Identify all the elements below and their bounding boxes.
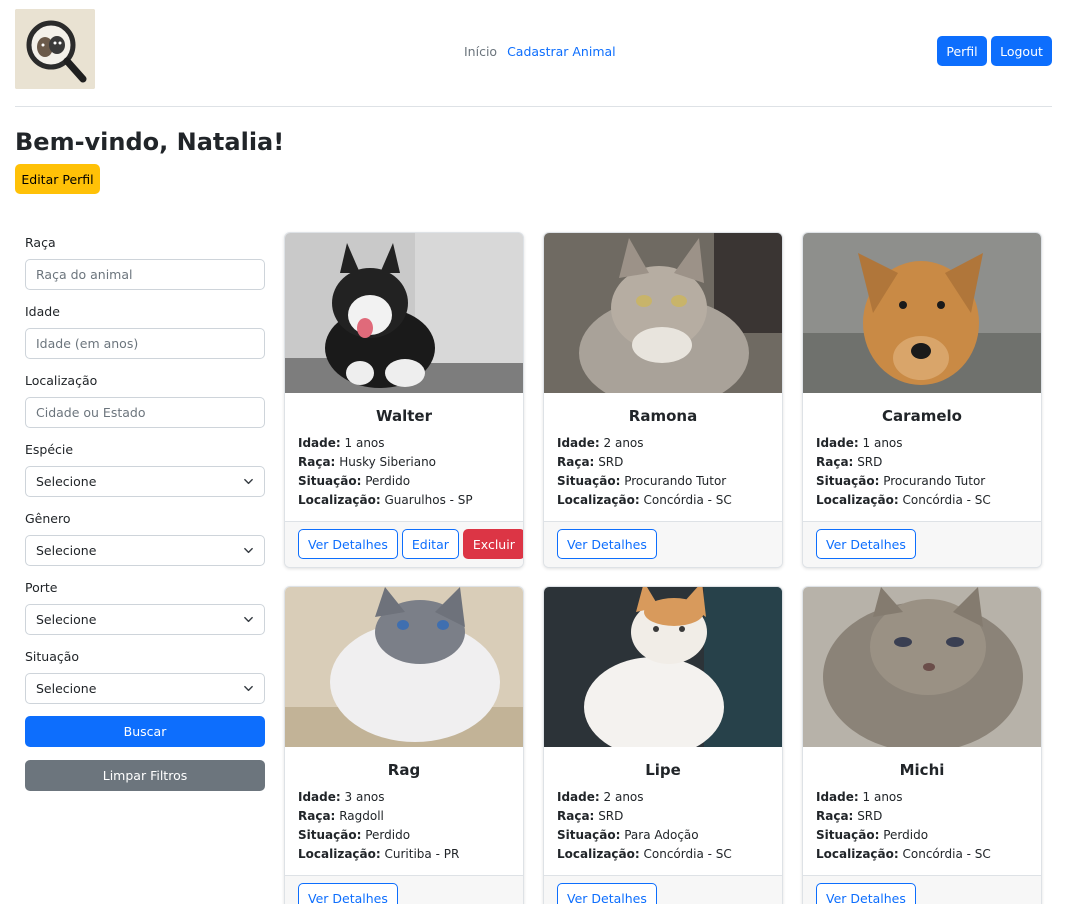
size-select[interactable]: Selecione <box>25 604 265 635</box>
clear-filters-button[interactable]: Limpar Filtros <box>25 760 265 791</box>
animal-age: Idade: 2 anos <box>557 436 644 450</box>
status-label: Situação <box>25 649 80 664</box>
animal-location: Localização: Concórdia - SC <box>816 847 991 861</box>
animal-breed: Raça: SRD <box>557 809 624 823</box>
animal-card: Caramelo Idade: 1 anos Raça: SRD Situaçã… <box>802 232 1042 568</box>
animal-status: Situação: Procurando Tutor <box>816 474 986 488</box>
view-details-button[interactable]: Ver Detalhes <box>816 529 916 559</box>
animal-breed: Raça: SRD <box>816 809 883 823</box>
animal-location: Localização: Guarulhos - SP <box>298 493 473 507</box>
animal-breed: Raça: Husky Siberiano <box>298 455 437 469</box>
logo-image[interactable] <box>15 9 95 89</box>
species-label: Espécie <box>25 442 74 457</box>
animal-breed: Raça: SRD <box>557 455 624 469</box>
logout-button[interactable]: Logout <box>991 36 1052 66</box>
gender-label: Gênero <box>25 511 71 526</box>
animal-breed: Raça: SRD <box>816 455 883 469</box>
animal-card: Rag Idade: 3 anos Raça: Ragdoll Situação… <box>284 586 524 904</box>
animal-location: Localização: Concórdia - SC <box>557 493 732 507</box>
animal-photo <box>285 587 523 747</box>
animal-photo <box>544 587 782 747</box>
view-details-button[interactable]: Ver Detalhes <box>557 883 657 904</box>
animal-card: Lipe Idade: 2 anos Raça: SRD Situação: P… <box>543 586 783 904</box>
animal-photo <box>544 233 782 393</box>
species-select-value: Selecione <box>36 474 97 489</box>
animal-name: Ramona <box>628 407 698 425</box>
welcome-title: Bem-vindo, Natalia! <box>15 128 285 156</box>
animal-status: Situação: Perdido <box>298 828 411 842</box>
animal-location: Localização: Concórdia - SC <box>557 847 732 861</box>
view-details-button[interactable]: Ver Detalhes <box>557 529 657 559</box>
site-header: Início Cadastrar Animal Perfil Logout <box>15 9 1052 107</box>
animal-location: Localização: Concórdia - SC <box>816 493 991 507</box>
animal-status: Situação: Para Adoção <box>557 828 699 842</box>
animal-status: Situação: Procurando Tutor <box>557 474 727 488</box>
animal-location: Localização: Curitiba - PR <box>298 847 460 861</box>
size-label: Porte <box>25 580 58 595</box>
chevron-down-icon <box>244 547 253 554</box>
animal-age: Idade: 2 anos <box>557 790 644 804</box>
chevron-down-icon <box>244 478 253 485</box>
edit-profile-button[interactable]: Editar Perfil <box>15 164 100 194</box>
status-select-value: Selecione <box>36 681 97 696</box>
breed-input[interactable]: Raça do animal <box>25 259 265 290</box>
animal-breed: Raça: Ragdoll <box>298 809 384 823</box>
species-select[interactable]: Selecione <box>25 466 265 497</box>
animal-status: Situação: Perdido <box>816 828 929 842</box>
animal-photo <box>285 233 523 393</box>
animal-name: Rag <box>387 761 421 779</box>
animal-age: Idade: 1 anos <box>816 436 903 450</box>
animal-card: Michi Idade: 1 anos Raça: SRD Situação: … <box>802 586 1042 904</box>
nav-register-animal-link[interactable]: Cadastrar Animal <box>507 44 616 59</box>
gender-select[interactable]: Selecione <box>25 535 265 566</box>
view-details-button[interactable]: Ver Detalhes <box>298 529 398 559</box>
status-select[interactable]: Selecione <box>25 673 265 704</box>
view-details-button[interactable]: Ver Detalhes <box>816 883 916 904</box>
search-button[interactable]: Buscar <box>25 716 265 747</box>
animal-name: Michi <box>899 761 945 779</box>
animal-photo <box>803 233 1041 393</box>
header-actions: Perfil Logout <box>937 36 1052 66</box>
view-details-button[interactable]: Ver Detalhes <box>298 883 398 904</box>
profile-button[interactable]: Perfil <box>937 36 987 66</box>
size-select-value: Selecione <box>36 612 97 627</box>
animal-status: Situação: Perdido <box>298 474 411 488</box>
animal-name: Caramelo <box>882 407 962 425</box>
gender-select-value: Selecione <box>36 543 97 558</box>
nav-home-link[interactable]: Início <box>464 44 497 59</box>
location-input[interactable]: Cidade ou Estado <box>25 397 265 428</box>
animal-age: Idade: 1 anos <box>816 790 903 804</box>
age-input[interactable]: Idade (em anos) <box>25 328 265 359</box>
animal-card: Ramona Idade: 2 anos Raça: SRD Situação:… <box>543 232 783 568</box>
animal-card: Walter Idade: 1 anos Raça: Husky Siberia… <box>284 232 524 568</box>
edit-animal-button[interactable]: Editar <box>401 529 459 559</box>
animal-name: Walter <box>375 407 432 425</box>
animal-photo <box>803 587 1041 747</box>
animal-age: Idade: 3 anos <box>298 790 385 804</box>
animal-name: Lipe <box>645 761 681 779</box>
filter-sidebar: Raça Raça do animal Idade Idade (em anos… <box>25 234 265 791</box>
chevron-down-icon <box>244 685 253 692</box>
chevron-down-icon <box>244 616 253 623</box>
animal-age: Idade: 1 anos <box>298 436 385 450</box>
main-nav: Início Cadastrar Animal <box>464 44 616 59</box>
breed-label: Raça <box>25 235 56 250</box>
delete-animal-button[interactable]: Excluir <box>462 529 523 559</box>
age-label: Idade <box>25 304 60 319</box>
location-label: Localização <box>25 373 98 388</box>
